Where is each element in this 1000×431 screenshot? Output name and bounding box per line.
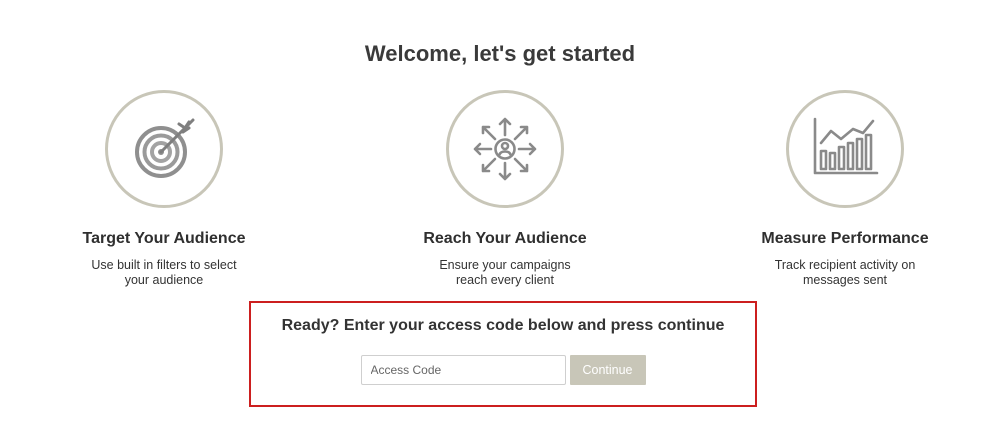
- access-code-input[interactable]: [360, 355, 566, 385]
- reach-audience-icon: [473, 117, 537, 181]
- access-form-row: Continue: [251, 355, 755, 385]
- feature-icon-circle: [105, 90, 223, 208]
- feature-target-audience: Target Your Audience Use built in filter…: [44, 90, 284, 288]
- performance-chart-icon: [813, 117, 879, 175]
- access-code-panel: Ready? Enter your access code below and …: [249, 301, 757, 407]
- target-icon: [135, 118, 195, 178]
- feature-description: Ensure your campaigns reach every client: [439, 258, 571, 287]
- feature-title: Measure Performance: [761, 230, 929, 247]
- access-heading: Ready? Enter your access code below and …: [281, 317, 725, 334]
- feature-description: Use built in filters to select your audi…: [91, 258, 237, 287]
- feature-title: Reach Your Audience: [423, 230, 587, 247]
- feature-icon-circle: [786, 90, 904, 208]
- feature-icon-circle: [446, 90, 564, 208]
- feature-reach-audience: Reach Your Audience Ensure your campaign…: [385, 90, 625, 288]
- page-title: Welcome, let's get started: [364, 41, 636, 66]
- feature-description: Track recipient activity on messages sen…: [774, 258, 916, 287]
- continue-button[interactable]: Continue: [569, 355, 646, 385]
- feature-title: Target Your Audience: [82, 230, 246, 247]
- feature-measure-performance: Measure Performance Track recipient acti…: [725, 90, 965, 288]
